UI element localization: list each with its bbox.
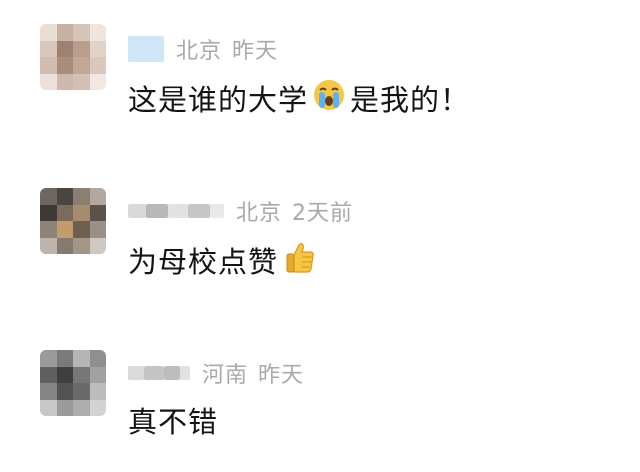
comment-text-part: 真不错 [128, 405, 219, 439]
username-blurred[interactable] [128, 36, 164, 62]
timestamp-label: 昨天 [258, 363, 305, 388]
comment-text: 这是谁的大学 是我的！ [128, 78, 470, 118]
avatar[interactable] [40, 350, 106, 416]
comment-text-part: 为母校点赞 [128, 245, 279, 279]
location-label: 北京 [176, 39, 223, 64]
crying-face-icon [312, 78, 346, 119]
location-label: 北京 [236, 201, 283, 226]
timestamp-label: 昨天 [232, 39, 279, 64]
thumbs-up-icon [282, 239, 318, 282]
avatar[interactable] [40, 188, 106, 254]
comment-text: 真不错 [128, 400, 218, 440]
avatar[interactable] [40, 24, 106, 90]
username-blurred[interactable] [128, 362, 190, 384]
comment-text-part: 是我的！ [350, 83, 471, 117]
comment-text: 为母校点赞 [128, 240, 322, 280]
location-label: 河南 [202, 363, 249, 388]
timestamp-label: 2天前 [292, 201, 354, 226]
comment-text-part: 这是谁的大学 [128, 83, 309, 117]
username-blurred[interactable] [128, 200, 224, 222]
